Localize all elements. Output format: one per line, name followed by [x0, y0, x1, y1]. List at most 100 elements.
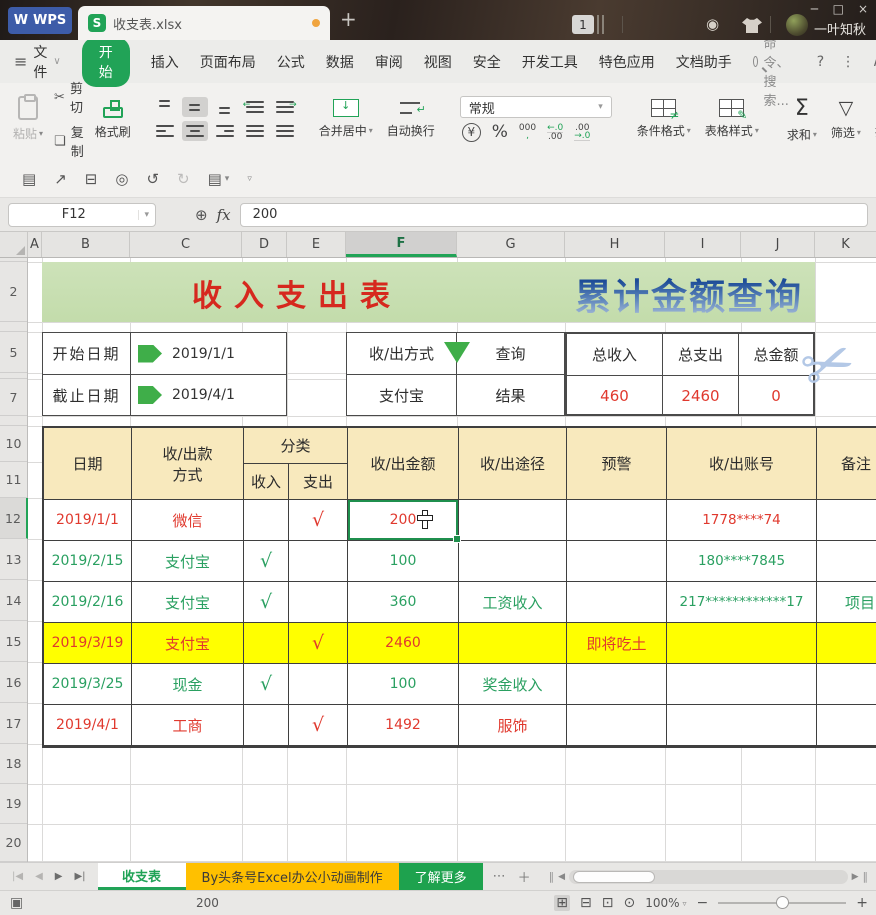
export-button[interactable]: ↗ [54, 170, 67, 188]
conditional-format-button[interactable]: ≠ 条件格式▾ [630, 99, 698, 139]
cell-channel[interactable] [459, 623, 567, 664]
col-header-j[interactable]: J [741, 232, 815, 257]
cell-amount[interactable]: 100 [348, 664, 459, 705]
cell-income[interactable]: √ [244, 541, 289, 582]
col-header-i[interactable]: I [665, 232, 741, 257]
align-bottom-button[interactable] [212, 97, 238, 117]
table-style-button[interactable]: ✎ 表格样式▾ [698, 99, 766, 139]
header-warning[interactable]: 预警 [567, 428, 667, 500]
thousands-separator-button[interactable]: 000, [519, 124, 536, 140]
result-label[interactable]: 结果 [457, 375, 564, 415]
header-date[interactable]: 日期 [44, 428, 132, 500]
last-sheet-button[interactable]: ▶| [74, 871, 85, 882]
distribute-button[interactable] [272, 121, 298, 141]
cell-date[interactable]: 2019/2/15 [44, 541, 132, 582]
member-badge-icon[interactable]: ◉ [706, 16, 719, 33]
cell-amount[interactable]: 100 [348, 541, 459, 582]
cell-income[interactable] [244, 705, 289, 746]
cell-expense[interactable]: √ [289, 623, 348, 664]
cell-expense[interactable] [289, 541, 348, 582]
cell-income[interactable] [244, 500, 289, 541]
page-break-view-button[interactable]: ⊟ [580, 895, 592, 911]
tab-doc-assistant[interactable]: 文档助手 [676, 52, 732, 72]
header-expense[interactable]: 支出 [289, 464, 348, 500]
cell-note[interactable] [817, 500, 876, 541]
total-income-label[interactable]: 总收入 [567, 334, 663, 375]
row-header-13[interactable]: 13 [0, 539, 27, 580]
cell-amount[interactable]: 1492 [348, 705, 459, 746]
cell-account[interactable]: 180****7845 [667, 541, 817, 582]
cell-method[interactable]: 现金 [132, 664, 244, 705]
scroll-right-icon[interactable]: ▶ [852, 872, 859, 882]
save-button[interactable]: ▤ [22, 170, 36, 188]
currency-button[interactable]: ¥ [462, 123, 481, 142]
cells-area[interactable]: 收入支出表 累计金额查询 开始日期 2019/1/1 截止日期 [28, 258, 876, 862]
tab-formulas[interactable]: 公式 [277, 52, 305, 72]
row-header-16[interactable]: 16 [0, 662, 27, 703]
header-account[interactable]: 收/出账号 [667, 428, 817, 500]
cell-method[interactable]: 支付宝 [132, 541, 244, 582]
tab-dev-tools[interactable]: 开发工具 [522, 52, 578, 72]
scrollbar-splitter[interactable]: ‖ [549, 870, 555, 883]
prev-sheet-button[interactable]: ◀ [35, 871, 43, 882]
sheet-list-button[interactable]: ⋯ [493, 869, 506, 884]
cell-expense[interactable]: √ [289, 705, 348, 746]
scrollbar-splitter[interactable]: ‖ [863, 870, 869, 883]
insert-function-button[interactable]: fx [217, 206, 231, 224]
cell-date[interactable]: 2019/1/1 [44, 500, 132, 541]
cell-warning[interactable]: 即将吃土 [567, 623, 667, 664]
cell-method[interactable]: 支付宝 [132, 623, 244, 664]
cell-amount-selected[interactable]: 200 [348, 500, 459, 541]
zoom-in-button[interactable]: + [856, 895, 868, 911]
user-avatar[interactable] [786, 14, 808, 36]
zoom-out-button[interactable]: − [697, 895, 709, 911]
header-category[interactable]: 分类 [244, 428, 348, 464]
row-header-14[interactable]: 14 [0, 580, 27, 621]
row-header-10[interactable]: 10 [0, 426, 27, 462]
cell-method[interactable]: 微信 [132, 500, 244, 541]
total-amount-value[interactable]: 0 [739, 376, 813, 416]
align-right-button[interactable] [212, 121, 238, 141]
print-preview-button[interactable]: ◎ [115, 170, 128, 188]
scroll-left-icon[interactable]: ◀ [558, 872, 565, 882]
cell-channel[interactable] [459, 541, 567, 582]
cell-expense[interactable] [289, 582, 348, 623]
print-button[interactable]: ⊟ [85, 170, 98, 188]
col-header-g[interactable]: G [457, 232, 565, 257]
col-header-d[interactable]: D [242, 232, 287, 257]
cell-account[interactable]: 217************17 [667, 582, 817, 623]
cell-channel[interactable] [459, 500, 567, 541]
cell-income[interactable]: √ [244, 664, 289, 705]
menu-file[interactable]: ≡ 文件 ∨ [14, 42, 61, 82]
cell-amount[interactable]: 2460 [348, 623, 459, 664]
row-header-20[interactable]: 20 [0, 824, 27, 862]
sheet-tab-more[interactable]: 了解更多 [399, 863, 483, 890]
header-income[interactable]: 收入 [244, 464, 289, 500]
tab-special-apps[interactable]: 特色应用 [599, 52, 655, 72]
cell-date[interactable]: 2019/3/25 [44, 664, 132, 705]
minimize-button[interactable]: ─ [811, 1, 818, 17]
collapse-ribbon-icon[interactable]: ∧ [872, 54, 876, 70]
selection-mode-icon[interactable]: ▣ [10, 895, 23, 911]
cell-warning[interactable] [567, 500, 667, 541]
zoom-slider-thumb[interactable] [776, 896, 789, 909]
merge-center-button[interactable]: 合并居中▾ [312, 99, 380, 139]
row-header-2[interactable]: 2 [0, 262, 27, 322]
sum-button[interactable]: Σ 求和▾ [780, 96, 824, 143]
add-sheet-button[interactable]: ＋ [518, 867, 531, 886]
skin-shirt-icon[interactable] [742, 18, 762, 33]
row-header-18[interactable]: 18 [0, 744, 27, 784]
cell-note[interactable] [817, 705, 876, 746]
more-menu-icon[interactable]: ⋮ [841, 54, 855, 70]
maximize-button[interactable]: □ [833, 1, 844, 17]
tab-insert[interactable]: 插入 [151, 52, 179, 72]
col-header-b[interactable]: B [42, 232, 130, 257]
increase-decimal-button[interactable]: ←.0.00 [547, 124, 563, 141]
cell-expense[interactable]: √ [289, 500, 348, 541]
cut-button[interactable]: ✂ 剪切 [54, 78, 84, 116]
method-dropdown-icon[interactable] [444, 342, 470, 363]
wps-menu-button[interactable]: W WPS [8, 7, 72, 34]
sheet-tab-active[interactable]: 收支表 [98, 863, 186, 890]
cell-warning[interactable] [567, 541, 667, 582]
cell-note[interactable] [817, 664, 876, 705]
